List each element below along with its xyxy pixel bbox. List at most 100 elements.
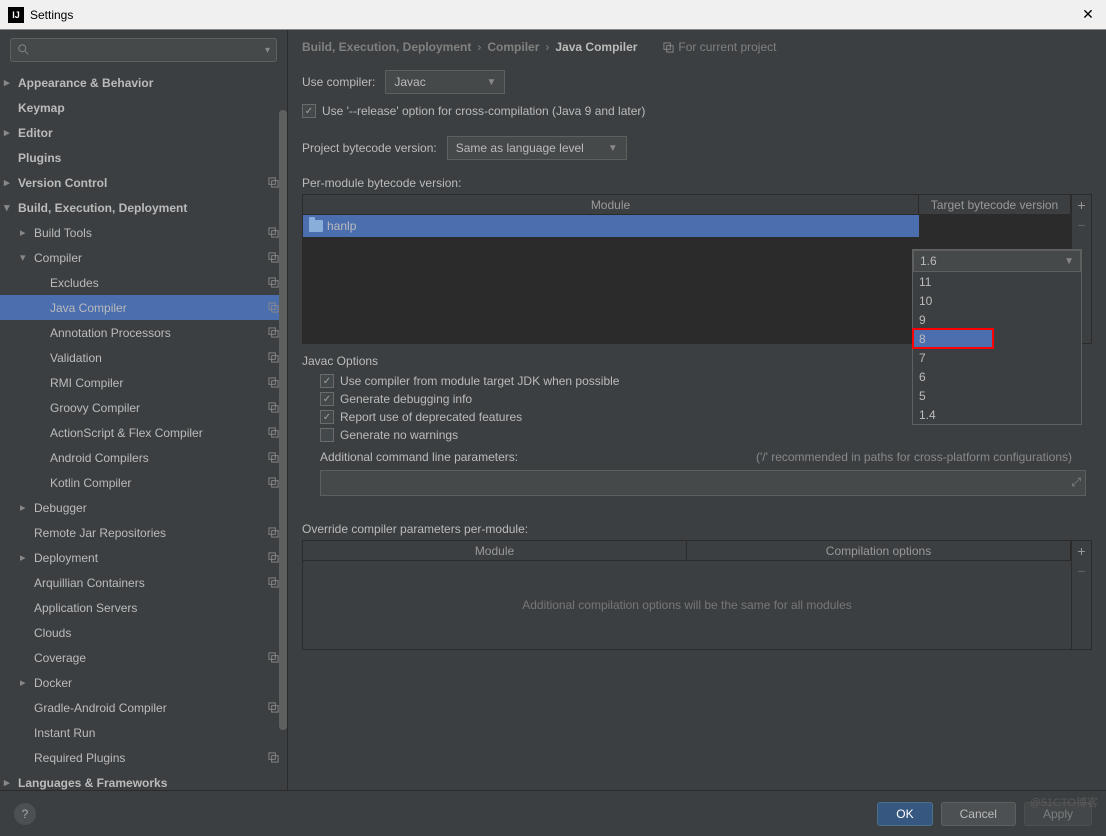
sidebar-item-keymap[interactable]: Keymap	[0, 95, 287, 120]
sidebar-item-rmi-compiler[interactable]: RMI Compiler	[0, 370, 287, 395]
sidebar-item-deployment[interactable]: Deployment	[0, 545, 287, 570]
sidebar-item-excludes[interactable]: Excludes	[0, 270, 287, 295]
project-icon	[268, 652, 279, 663]
breadcrumb-part: Build, Execution, Deployment	[302, 40, 471, 54]
sidebar-item-compiler[interactable]: Compiler	[0, 245, 287, 270]
javac-opt-checkbox-2[interactable]	[320, 410, 334, 424]
sidebar-item-editor[interactable]: Editor	[0, 120, 287, 145]
footer: ? OK Cancel Apply	[0, 790, 1106, 836]
table-row[interactable]: hanlp	[303, 215, 1071, 237]
sidebar-item-docker[interactable]: Docker	[0, 670, 287, 695]
project-icon	[268, 702, 279, 713]
version-option-7[interactable]: 7	[913, 348, 1081, 367]
per-module-label: Per-module bytecode version:	[302, 176, 1092, 190]
project-icon	[268, 477, 279, 488]
sidebar-item-clouds[interactable]: Clouds	[0, 620, 287, 645]
cmdline-input[interactable]: ⤢	[320, 470, 1086, 496]
override-module-header: Module	[303, 541, 687, 560]
sidebar-item-gradle-android-compiler[interactable]: Gradle-Android Compiler	[0, 695, 287, 720]
version-option-9[interactable]: 9	[913, 310, 1081, 329]
sidebar-item-validation[interactable]: Validation	[0, 345, 287, 370]
override-opts-header: Compilation options	[687, 541, 1071, 560]
cancel-button[interactable]: Cancel	[941, 802, 1016, 826]
sidebar-item-annotation-processors[interactable]: Annotation Processors	[0, 320, 287, 345]
project-icon	[268, 377, 279, 388]
help-button[interactable]: ?	[14, 803, 36, 825]
project-icon	[268, 352, 279, 363]
window-title: Settings	[30, 8, 1078, 22]
watermark: @51CTO博客	[1030, 794, 1098, 810]
module-col-header: Module	[303, 195, 919, 214]
project-icon	[268, 752, 279, 763]
javac-opt-checkbox-0[interactable]	[320, 374, 334, 388]
search-icon	[17, 43, 31, 57]
search-input-container[interactable]: ▾	[10, 38, 277, 62]
project-icon	[268, 327, 279, 338]
override-label: Override compiler parameters per-module:	[302, 522, 1092, 536]
target-version-input[interactable]: 1.6 ▼	[913, 250, 1081, 272]
project-icon	[268, 427, 279, 438]
sidebar-item-coverage[interactable]: Coverage	[0, 645, 287, 670]
breadcrumb-part: Compiler	[487, 40, 539, 54]
project-icon	[268, 177, 279, 188]
sidebar-item-remote-jar-repositories[interactable]: Remote Jar Repositories	[0, 520, 287, 545]
project-icon	[268, 452, 279, 463]
remove-override-button[interactable]: −	[1077, 563, 1085, 579]
version-option-10[interactable]: 10	[913, 291, 1081, 310]
content-pane: Build, Execution, Deployment › Compiler …	[288, 30, 1106, 790]
sidebar-item-debugger[interactable]: Debugger	[0, 495, 287, 520]
sidebar-item-appearance-behavior[interactable]: Appearance & Behavior	[0, 70, 287, 95]
version-options-list: 1110987651.4	[913, 272, 1081, 424]
sidebar-item-java-compiler[interactable]: Java Compiler	[0, 295, 287, 320]
version-option-11[interactable]: 11	[913, 272, 1081, 291]
version-option-8[interactable]: 8	[913, 329, 993, 348]
sidebar-item-application-servers[interactable]: Application Servers	[0, 595, 287, 620]
settings-tree: Appearance & BehaviorKeymapEditorPlugins…	[0, 70, 287, 790]
add-override-button[interactable]: +	[1077, 543, 1085, 559]
sidebar-item-build-tools[interactable]: Build Tools	[0, 220, 287, 245]
sidebar-item-instant-run[interactable]: Instant Run	[0, 720, 287, 745]
javac-opt-checkbox-1[interactable]	[320, 392, 334, 406]
chevron-right-icon: ›	[545, 40, 549, 54]
sidebar-item-actionscript-flex-compiler[interactable]: ActionScript & Flex Compiler	[0, 420, 287, 445]
chevron-down-icon: ▼	[1064, 256, 1074, 267]
close-icon[interactable]: ✕	[1078, 6, 1098, 23]
expand-icon[interactable]: ⤢	[1071, 475, 1081, 490]
project-icon	[268, 302, 279, 313]
override-empty-message: Additional compilation options will be t…	[303, 561, 1071, 649]
release-option-checkbox[interactable]	[302, 104, 316, 118]
sidebar-item-plugins[interactable]: Plugins	[0, 145, 287, 170]
ok-button[interactable]: OK	[877, 802, 932, 826]
release-option-label: Use '--release' option for cross-compila…	[322, 104, 645, 118]
sidebar-item-languages-frameworks[interactable]: Languages & Frameworks	[0, 770, 287, 790]
javac-opt-checkbox-3[interactable]	[320, 428, 334, 442]
javac-opt-label: Generate no warnings	[340, 428, 458, 442]
cmdline-hint: ('/' recommended in paths for cross-plat…	[756, 450, 1072, 464]
chevron-down-icon[interactable]: ▾	[265, 45, 270, 56]
sidebar-item-android-compilers[interactable]: Android Compilers	[0, 445, 287, 470]
scrollbar-thumb[interactable]	[279, 110, 287, 730]
sidebar-item-arquillian-containers[interactable]: Arquillian Containers	[0, 570, 287, 595]
search-input[interactable]	[35, 43, 265, 57]
sidebar-item-groovy-compiler[interactable]: Groovy Compiler	[0, 395, 287, 420]
sidebar-item-required-plugins[interactable]: Required Plugins	[0, 745, 287, 770]
version-option-6[interactable]: 6	[913, 367, 1081, 386]
cmdline-label: Additional command line parameters:	[320, 450, 518, 464]
version-option-1.4[interactable]: 1.4	[913, 405, 1081, 424]
chevron-icon	[4, 126, 16, 139]
sidebar-item-build-execution-deployment[interactable]: Build, Execution, Deployment	[0, 195, 287, 220]
add-module-button[interactable]: +	[1077, 197, 1085, 213]
use-compiler-dropdown[interactable]: Javac ▼	[385, 70, 505, 94]
sidebar-item-kotlin-compiler[interactable]: Kotlin Compiler	[0, 470, 287, 495]
remove-module-button[interactable]: −	[1077, 217, 1085, 233]
chevron-icon	[4, 76, 16, 89]
project-icon	[268, 402, 279, 413]
project-bytecode-dropdown[interactable]: Same as language level ▼	[447, 136, 627, 160]
version-option-5[interactable]: 5	[913, 386, 1081, 405]
folder-icon	[309, 220, 323, 232]
chevron-icon	[4, 176, 16, 189]
app-logo: IJ	[8, 7, 24, 23]
sidebar-item-version-control[interactable]: Version Control	[0, 170, 287, 195]
module-name: hanlp	[327, 219, 356, 233]
project-icon	[268, 252, 279, 263]
